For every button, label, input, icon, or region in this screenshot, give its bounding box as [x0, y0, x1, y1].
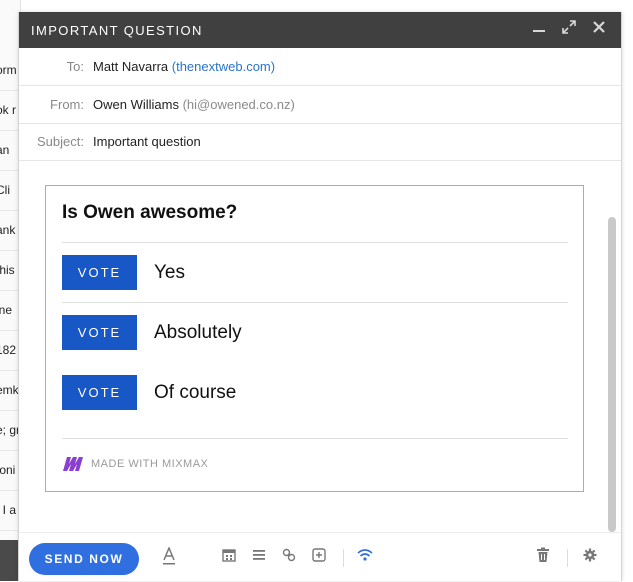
list-item[interactable]: an	[0, 130, 20, 171]
list-item[interactable]: toni	[0, 450, 20, 491]
compose-toolbar: SEND NOW	[19, 532, 621, 582]
compose-titlebar: IMPORTANT QUESTION	[19, 12, 621, 48]
subject-field[interactable]: Subject: Important question	[19, 123, 621, 161]
vote-button-yes[interactable]: VOTE	[62, 255, 137, 290]
from-value[interactable]: Owen Williams (hi@owened.co.nz)	[93, 86, 295, 123]
settings-gear-icon[interactable]	[580, 547, 600, 567]
list-item[interactable]: e; gr	[0, 410, 20, 451]
poll-card: Is Owen awesome? VOTE Yes VOTE Absolutel…	[45, 185, 584, 492]
list-item[interactable]: orm	[0, 50, 20, 91]
from-label: From:	[50, 97, 84, 112]
list-item[interactable]: : I a	[0, 490, 20, 531]
compose-window: IMPORTANT QUESTION To: Matt Navarra (the…	[18, 12, 622, 581]
divider	[62, 438, 568, 439]
list-item[interactable]: ine	[0, 290, 20, 331]
list-item[interactable]: 182	[0, 330, 20, 371]
to-email: (thenextweb.com)	[171, 59, 276, 74]
to-name: Matt Navarra	[93, 59, 169, 74]
divider	[62, 302, 568, 303]
minimize-icon[interactable]	[529, 12, 549, 48]
divider	[62, 242, 568, 243]
mixmax-logo-icon	[62, 456, 84, 477]
compose-title: IMPORTANT QUESTION	[31, 23, 203, 38]
subject-label: Subject:	[37, 134, 84, 149]
trash-icon[interactable]	[533, 547, 553, 567]
from-field[interactable]: From: Owen Williams (hi@owened.co.nz)	[19, 86, 621, 124]
calendar-icon[interactable]	[219, 547, 239, 567]
toolbar-divider	[567, 549, 568, 567]
send-now-button[interactable]: SEND NOW	[29, 543, 139, 575]
tracking-icon[interactable]	[355, 547, 375, 567]
scrollbar[interactable]	[608, 217, 616, 532]
from-name: Owen Williams	[93, 97, 179, 112]
text-format-icon[interactable]	[159, 546, 179, 567]
background-dark-panel	[0, 540, 18, 581]
add-enhancement-icon[interactable]	[309, 547, 329, 567]
expand-icon[interactable]	[559, 12, 579, 48]
list-item[interactable]: ok r	[0, 90, 20, 131]
made-with-mixmax-text: MADE WITH MIXMAX	[91, 458, 209, 470]
toolbar-divider	[343, 549, 344, 567]
to-value[interactable]: Matt Navarra (thenextweb.com)	[93, 48, 275, 85]
poll-option-absolutely: Absolutely	[154, 322, 242, 343]
to-field[interactable]: To: Matt Navarra (thenextweb.com)	[19, 48, 621, 86]
poll-option-yes: Yes	[154, 262, 185, 283]
subject-input[interactable]: Important question	[93, 123, 201, 160]
link-icon[interactable]	[279, 547, 299, 567]
list-item[interactable]: emk	[0, 370, 20, 411]
vote-button-absolutely[interactable]: VOTE	[62, 315, 137, 350]
list-item[interactable]: ank	[0, 210, 20, 251]
vote-button-of-course[interactable]: VOTE	[62, 375, 137, 410]
list-item[interactable]: this	[0, 250, 20, 291]
list-item[interactable]: Cli	[0, 170, 20, 211]
poll-question: Is Owen awesome?	[62, 202, 238, 223]
list-icon[interactable]	[249, 547, 269, 567]
close-icon[interactable]	[589, 12, 609, 48]
from-email: (hi@owened.co.nz)	[182, 97, 295, 112]
to-label: To:	[66, 59, 84, 74]
poll-option-of-course: Of course	[154, 382, 237, 403]
